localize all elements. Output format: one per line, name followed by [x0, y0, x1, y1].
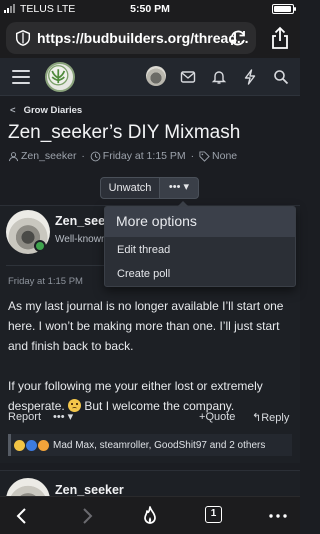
- reactions-text[interactable]: Mad Max, steamroller, GoodShit97 and 2 o…: [53, 440, 265, 451]
- create-poll-item[interactable]: Create poll: [117, 268, 170, 280]
- post-user-role: Well-known: [55, 234, 107, 245]
- tag-icon: [199, 150, 210, 162]
- like-reaction-icon: [26, 439, 37, 451]
- share-icon[interactable]: [270, 26, 290, 50]
- love-reaction-icon: [38, 439, 49, 451]
- search-icon[interactable]: [273, 69, 289, 85]
- meta-separator: ·: [187, 150, 198, 162]
- thread-author[interactable]: Zen_seeker: [21, 150, 76, 162]
- thread-tags: None: [212, 150, 238, 162]
- shield-icon: [15, 30, 31, 46]
- battery-icon: [272, 4, 296, 14]
- reply-label: Reply: [261, 412, 290, 424]
- report-button[interactable]: Report: [8, 411, 41, 423]
- address-bar[interactable]: https://budbuilders.org/thread...: [6, 22, 256, 54]
- thread-meta: Zen_seeker · Friday at 1:15 PM · None: [8, 150, 237, 162]
- user-icon: [8, 151, 19, 161]
- post-date[interactable]: Friday at 1:15 PM: [8, 276, 83, 287]
- edit-thread-item[interactable]: Edit thread: [117, 244, 170, 256]
- quote-button[interactable]: +Quote: [199, 411, 235, 423]
- reload-icon[interactable]: [228, 28, 248, 48]
- meta-separator: ·: [78, 150, 88, 162]
- bolt-icon[interactable]: [242, 69, 258, 85]
- post-more-button[interactable]: ••• ▾: [53, 410, 73, 423]
- more-icon[interactable]: [267, 505, 289, 527]
- more-options-button[interactable]: ••• ▾: [159, 177, 199, 199]
- user-avatar[interactable]: [146, 66, 166, 86]
- quote-label: Quote: [205, 411, 236, 423]
- reply-icon: ↰: [252, 412, 262, 424]
- breadcrumb-label[interactable]: Grow Diaries: [24, 105, 83, 116]
- url-text[interactable]: https://budbuilders.org/thread...: [37, 30, 249, 46]
- online-status-icon: [34, 240, 46, 252]
- laugh-reaction-icon: [14, 439, 25, 451]
- post-username[interactable]: Zen_seeker: [55, 483, 124, 497]
- bell-icon[interactable]: [211, 69, 227, 85]
- ios-status-bar: TELUS LTE 5:50 PM: [0, 0, 300, 18]
- post-paragraph: If your following me your either lost or…: [8, 376, 296, 416]
- back-icon[interactable]: [11, 505, 33, 527]
- tabs-button[interactable]: 1: [205, 506, 222, 523]
- clock: 5:50 PM: [130, 3, 170, 15]
- menu-header: More options: [105, 207, 295, 237]
- chevron-left-icon: <: [10, 105, 16, 116]
- breadcrumb[interactable]: < Grow Diaries: [10, 105, 82, 116]
- forum-header: [0, 58, 300, 96]
- post-paragraph: As my last journal is no longer availabl…: [8, 299, 284, 353]
- unwatch-button[interactable]: Unwatch: [100, 177, 160, 199]
- page-title: Zen_seeker’s DIY Mixmash: [8, 122, 241, 143]
- inbox-icon[interactable]: [180, 69, 196, 85]
- forward-icon[interactable]: [76, 505, 98, 527]
- browser-toolbar: 1: [0, 496, 300, 534]
- reply-button[interactable]: ↰Reply: [252, 411, 289, 424]
- post-actions: Report ••• ▾ +Quote ↰Reply: [8, 411, 292, 425]
- menu-icon[interactable]: [12, 70, 30, 84]
- more-options-menu: More options Edit thread Create poll: [104, 201, 296, 287]
- reactions-bar[interactable]: Mad Max, steamroller, GoodShit97 and 2 o…: [8, 434, 292, 456]
- clock-icon: [90, 151, 101, 161]
- thread-date[interactable]: Friday at 1:15 PM: [103, 150, 186, 162]
- browser-address-row: https://budbuilders.org/thread...: [0, 18, 300, 58]
- site-logo[interactable]: [45, 62, 75, 92]
- flame-icon[interactable]: [139, 505, 161, 527]
